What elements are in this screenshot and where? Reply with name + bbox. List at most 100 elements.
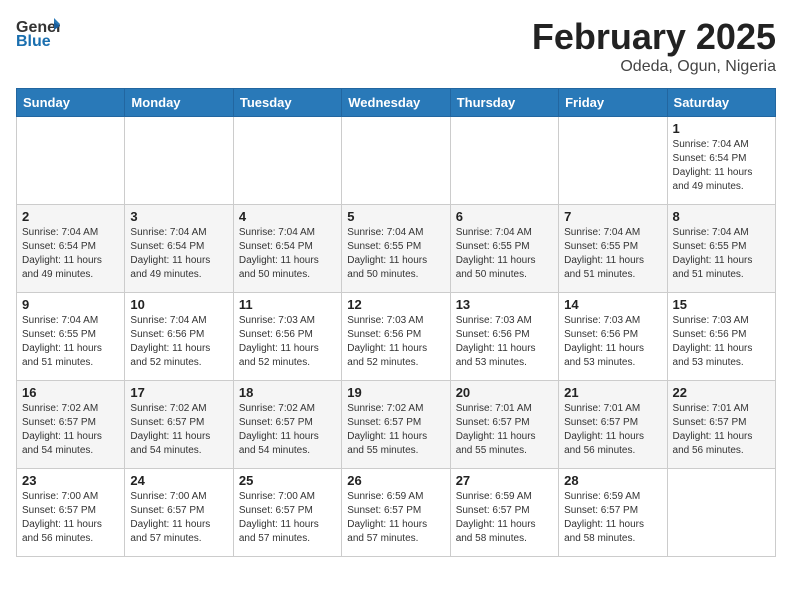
day-info: Sunrise: 7:04 AM Sunset: 6:56 PM Dayligh… xyxy=(130,314,227,370)
calendar-cell xyxy=(559,117,667,205)
day-info: Sunrise: 7:04 AM Sunset: 6:55 PM Dayligh… xyxy=(347,226,444,282)
calendar-cell: 7 Sunrise: 7:04 AM Sunset: 6:55 PM Daylig… xyxy=(559,205,667,293)
calendar-cell: 25Sunrise: 7:00 AM Sunset: 6:57 PM Dayli… xyxy=(233,469,341,557)
day-number: 24 xyxy=(130,473,227,488)
day-number: 27 xyxy=(456,473,553,488)
day-number: 26 xyxy=(347,473,444,488)
calendar-cell: 16 Sunrise: 7:02 AM Sunset: 6:57 PM Dayli… xyxy=(17,381,125,469)
day-info: Sunrise: 7:02 AM Sunset: 6:57 PM Dayligh… xyxy=(347,402,444,458)
day-number: 4 xyxy=(239,209,336,224)
day-info: Sunrise: 7:03 AM Sunset: 6:56 PM Dayligh… xyxy=(456,314,553,370)
day-number: 28 xyxy=(564,473,661,488)
logo-icon: General Blue xyxy=(16,16,60,50)
day-number: 14 xyxy=(564,297,661,312)
day-info: Sunrise: 7:02 AM Sunset: 6:57 PM Dayligh… xyxy=(239,402,336,458)
calendar-cell: 10 Sunrise: 7:04 AM Sunset: 6:56 PM Dayli… xyxy=(125,293,233,381)
calendar-cell: 9 Sunrise: 7:04 AM Sunset: 6:55 PM Daylig… xyxy=(17,293,125,381)
calendar-cell: 22 Sunrise: 7:01 AM Sunset: 6:57 PM Dayli… xyxy=(667,381,775,469)
day-info: Sunrise: 7:03 AM Sunset: 6:56 PM Dayligh… xyxy=(239,314,336,370)
calendar-table: SundayMondayTuesdayWednesdayThursdayFrid… xyxy=(16,88,776,557)
day-info: Sunrise: 7:03 AM Sunset: 6:56 PM Dayligh… xyxy=(564,314,661,370)
day-number: 21 xyxy=(564,385,661,400)
page-header: General Blue February 2025 Odeda, Ogun, … xyxy=(16,16,776,76)
day-info: Sunrise: 7:01 AM Sunset: 6:57 PM Dayligh… xyxy=(564,402,661,458)
day-header-friday: Friday xyxy=(559,89,667,117)
calendar-title: February 2025 xyxy=(532,16,776,58)
calendar-cell: 19 Sunrise: 7:02 AM Sunset: 6:57 PM Dayli… xyxy=(342,381,450,469)
day-number: 9 xyxy=(22,297,119,312)
calendar-subtitle: Odeda, Ogun, Nigeria xyxy=(532,58,776,76)
calendar-cell: 13Sunrise: 7:03 AM Sunset: 6:56 PM Dayli… xyxy=(450,293,558,381)
day-info: Sunrise: 7:04 AM Sunset: 6:55 PM Dayligh… xyxy=(22,314,119,370)
calendar-week-row: 1Sunrise: 7:04 AM Sunset: 6:54 PM Daylig… xyxy=(17,117,776,205)
calendar-header-row: SundayMondayTuesdayWednesdayThursdayFrid… xyxy=(17,89,776,117)
day-number: 6 xyxy=(456,209,553,224)
calendar-cell: 28 Sunrise: 6:59 AM Sunset: 6:57 PM Dayli… xyxy=(559,469,667,557)
day-number: 3 xyxy=(130,209,227,224)
day-number: 25 xyxy=(239,473,336,488)
day-number: 16 xyxy=(22,385,119,400)
day-header-tuesday: Tuesday xyxy=(233,89,341,117)
calendar-cell: 12 Sunrise: 7:03 AM Sunset: 6:56 PM Dayli… xyxy=(342,293,450,381)
calendar-cell xyxy=(342,117,450,205)
day-info: Sunrise: 7:03 AM Sunset: 6:56 PM Dayligh… xyxy=(673,314,770,370)
day-info: Sunrise: 7:04 AM Sunset: 6:54 PM Dayligh… xyxy=(130,226,227,282)
day-number: 1 xyxy=(673,121,770,136)
day-info: Sunrise: 7:04 AM Sunset: 6:55 PM Dayligh… xyxy=(673,226,770,282)
day-number: 10 xyxy=(130,297,227,312)
day-number: 12 xyxy=(347,297,444,312)
day-info: Sunrise: 7:01 AM Sunset: 6:57 PM Dayligh… xyxy=(456,402,553,458)
calendar-cell: 4 Sunrise: 7:04 AM Sunset: 6:54 PM Daylig… xyxy=(233,205,341,293)
day-info: Sunrise: 7:04 AM Sunset: 6:54 PM Dayligh… xyxy=(239,226,336,282)
day-info: Sunrise: 7:04 AM Sunset: 6:54 PM Dayligh… xyxy=(22,226,119,282)
day-number: 2 xyxy=(22,209,119,224)
calendar-cell: 5 Sunrise: 7:04 AM Sunset: 6:55 PM Daylig… xyxy=(342,205,450,293)
calendar-cell: 17 Sunrise: 7:02 AM Sunset: 6:57 PM Dayli… xyxy=(125,381,233,469)
day-info: Sunrise: 6:59 AM Sunset: 6:57 PM Dayligh… xyxy=(564,490,661,546)
calendar-cell: 27 Sunrise: 6:59 AM Sunset: 6:57 PM Dayli… xyxy=(450,469,558,557)
day-info: Sunrise: 7:03 AM Sunset: 6:56 PM Dayligh… xyxy=(347,314,444,370)
calendar-cell: 15 Sunrise: 7:03 AM Sunset: 6:56 PM Dayli… xyxy=(667,293,775,381)
calendar-cell xyxy=(125,117,233,205)
day-info: Sunrise: 7:02 AM Sunset: 6:57 PM Dayligh… xyxy=(22,402,119,458)
calendar-cell: 23 Sunrise: 7:00 AM Sunset: 6:57 PM Dayli… xyxy=(17,469,125,557)
calendar-cell xyxy=(667,469,775,557)
day-number: 19 xyxy=(347,385,444,400)
title-block: February 2025 Odeda, Ogun, Nigeria xyxy=(532,16,776,76)
calendar-week-row: 2 Sunrise: 7:04 AM Sunset: 6:54 PM Daylig… xyxy=(17,205,776,293)
day-info: Sunrise: 6:59 AM Sunset: 6:57 PM Dayligh… xyxy=(456,490,553,546)
day-info: Sunrise: 7:02 AM Sunset: 6:57 PM Dayligh… xyxy=(130,402,227,458)
calendar-cell: 26 Sunrise: 6:59 AM Sunset: 6:57 PM Dayli… xyxy=(342,469,450,557)
day-number: 20 xyxy=(456,385,553,400)
calendar-cell xyxy=(233,117,341,205)
calendar-cell: 11Sunrise: 7:03 AM Sunset: 6:56 PM Dayli… xyxy=(233,293,341,381)
day-number: 8 xyxy=(673,209,770,224)
day-info: Sunrise: 6:59 AM Sunset: 6:57 PM Dayligh… xyxy=(347,490,444,546)
day-header-saturday: Saturday xyxy=(667,89,775,117)
calendar-cell: 20 Sunrise: 7:01 AM Sunset: 6:57 PM Dayli… xyxy=(450,381,558,469)
calendar-week-row: 16 Sunrise: 7:02 AM Sunset: 6:57 PM Dayli… xyxy=(17,381,776,469)
day-info: Sunrise: 7:00 AM Sunset: 6:57 PM Dayligh… xyxy=(130,490,227,546)
day-number: 15 xyxy=(673,297,770,312)
day-header-wednesday: Wednesday xyxy=(342,89,450,117)
day-number: 5 xyxy=(347,209,444,224)
calendar-cell: 18 Sunrise: 7:02 AM Sunset: 6:57 PM Dayli… xyxy=(233,381,341,469)
day-number: 7 xyxy=(564,209,661,224)
day-number: 23 xyxy=(22,473,119,488)
day-info: Sunrise: 7:00 AM Sunset: 6:57 PM Dayligh… xyxy=(22,490,119,546)
day-info: Sunrise: 7:01 AM Sunset: 6:57 PM Dayligh… xyxy=(673,402,770,458)
calendar-week-row: 23 Sunrise: 7:00 AM Sunset: 6:57 PM Dayli… xyxy=(17,469,776,557)
logo: General Blue xyxy=(16,16,60,50)
day-number: 22 xyxy=(673,385,770,400)
day-number: 17 xyxy=(130,385,227,400)
calendar-cell: 24 Sunrise: 7:00 AM Sunset: 6:57 PM Dayli… xyxy=(125,469,233,557)
calendar-week-row: 9 Sunrise: 7:04 AM Sunset: 6:55 PM Daylig… xyxy=(17,293,776,381)
day-number: 18 xyxy=(239,385,336,400)
calendar-cell: 6Sunrise: 7:04 AM Sunset: 6:55 PM Daylig… xyxy=(450,205,558,293)
calendar-cell: 2 Sunrise: 7:04 AM Sunset: 6:54 PM Daylig… xyxy=(17,205,125,293)
calendar-cell: 3 Sunrise: 7:04 AM Sunset: 6:54 PM Daylig… xyxy=(125,205,233,293)
day-header-monday: Monday xyxy=(125,89,233,117)
calendar-cell: 8 Sunrise: 7:04 AM Sunset: 6:55 PM Daylig… xyxy=(667,205,775,293)
day-info: Sunrise: 7:04 AM Sunset: 6:55 PM Dayligh… xyxy=(564,226,661,282)
calendar-cell xyxy=(450,117,558,205)
